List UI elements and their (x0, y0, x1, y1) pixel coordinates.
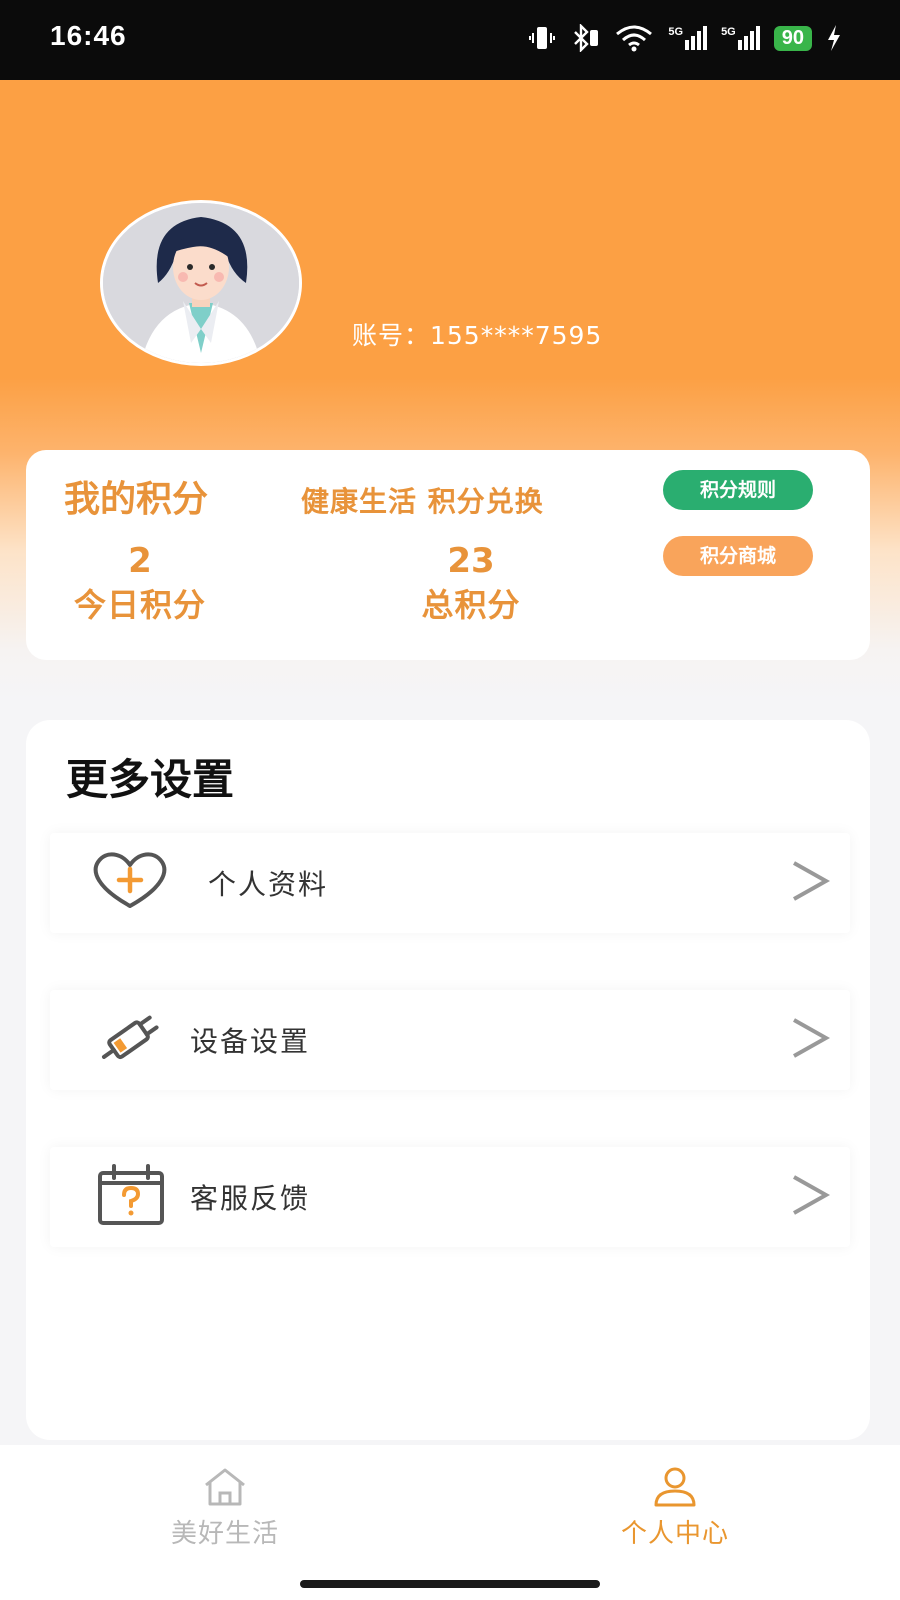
menu-item-customer-feedback[interactable]: 客服反馈 (50, 1147, 850, 1247)
status-bar: 16:46 5G 5G 90 (0, 0, 900, 80)
menu-item-label: 个人资料 (208, 868, 329, 901)
points-title: 我的积分 (64, 479, 209, 520)
chevron-right-icon (790, 1016, 831, 1064)
tab-personal-center-label: 个人中心 (620, 1519, 729, 1549)
chevron-right-icon (790, 859, 831, 907)
vibrate-icon (529, 27, 556, 49)
account-number: 账号：155****7595 (352, 321, 603, 350)
status-icons: 5G 5G 90 (528, 24, 842, 52)
settings-card: 更多设置 个人资料 设备设置 客服反馈 (26, 720, 870, 1440)
total-points: 23 总积分 (391, 540, 551, 628)
tab-personal-center[interactable]: 个人中心 (575, 1467, 775, 1550)
chevron-right-icon (790, 1173, 831, 1221)
signal-2: 5G (721, 26, 760, 50)
home-icon (205, 1468, 245, 1506)
menu-item-device-settings[interactable]: 设备设置 (50, 990, 850, 1090)
points-card: 我的积分 健康生活 积分兑换 积分规则 积分商城 2 今日积分 23 总积分 (26, 450, 870, 660)
device-plug-icon (96, 1008, 166, 1072)
wifi-icon (616, 25, 653, 52)
points-mall-button[interactable]: 积分商城 (663, 536, 813, 576)
menu-item-label: 设备设置 (190, 1025, 311, 1058)
doctor-avatar-icon (103, 203, 299, 363)
today-points-label: 今日积分 (73, 586, 206, 624)
menu-item-label: 客服反馈 (190, 1182, 311, 1215)
settings-title: 更多设置 (66, 755, 235, 804)
signal-bars-icon (685, 26, 708, 50)
bluetooth-icon (574, 24, 599, 52)
network-type-2: 5G (721, 26, 736, 38)
menu-item-profile[interactable]: 个人资料 (50, 833, 850, 933)
bottom-tab-bar: 美好生活 个人中心 (0, 1445, 900, 1600)
avatar[interactable] (100, 200, 302, 366)
calendar-question-icon (96, 1163, 166, 1231)
charging-icon (828, 25, 840, 51)
signal-1: 5G (668, 26, 708, 50)
today-points: 2 今日积分 (60, 540, 220, 628)
battery-level: 90 (773, 25, 812, 51)
network-type-1: 5G (668, 26, 684, 38)
tab-home-label: 美好生活 (170, 1519, 279, 1549)
total-points-label: 总积分 (421, 586, 521, 624)
tab-home[interactable]: 美好生活 (125, 1467, 325, 1550)
total-points-value: 23 (447, 541, 495, 581)
home-indicator[interactable] (300, 1580, 600, 1588)
status-time: 16:46 (50, 20, 127, 51)
today-points-value: 2 (128, 541, 152, 581)
user-icon (654, 1467, 696, 1507)
points-rules-button[interactable]: 积分规则 (663, 470, 813, 510)
points-slogan: 健康生活 积分兑换 (301, 485, 544, 518)
signal-bars-icon (737, 26, 760, 50)
heart-plus-icon (90, 851, 170, 915)
